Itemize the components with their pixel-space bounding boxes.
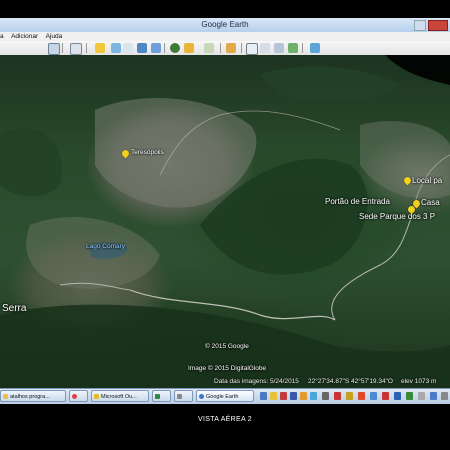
tray-icon[interactable] xyxy=(358,392,365,400)
place-label-serra: Serra xyxy=(2,303,27,314)
toolbar-separator xyxy=(164,43,165,53)
tray-icon[interactable] xyxy=(406,392,413,400)
status-bar: Data das imagens: 5/24/2015 22°27'34.87"… xyxy=(0,376,450,388)
planet-icon[interactable] xyxy=(204,43,214,53)
chrome-icon xyxy=(72,394,77,399)
tray-icon[interactable] xyxy=(346,392,353,400)
place-label-portao: Portão de Entrada xyxy=(325,197,390,206)
tray-icon[interactable] xyxy=(322,392,329,400)
minimize-button[interactable] xyxy=(414,20,426,31)
elevation-readout: elev 1073 m xyxy=(401,378,437,385)
tray-icon[interactable] xyxy=(310,392,317,400)
polygon-icon[interactable] xyxy=(111,43,121,53)
tray-icon[interactable] xyxy=(260,392,267,400)
tray-icon[interactable] xyxy=(441,392,448,400)
print-icon[interactable] xyxy=(260,43,270,53)
windows-taskbar: atalhos progra... Microsoft Ou... Google… xyxy=(0,388,450,404)
window-title: Google Earth xyxy=(201,20,249,29)
taskbar-item-outlook[interactable]: Microsoft Ou... xyxy=(91,390,149,402)
folder-icon xyxy=(3,394,8,399)
mountain-ridge xyxy=(260,66,400,102)
urban-area xyxy=(360,121,450,199)
maps-icon[interactable] xyxy=(288,43,298,53)
screen-corner-shadow xyxy=(385,55,450,85)
tray-icon[interactable] xyxy=(280,392,287,400)
close-button[interactable] xyxy=(428,20,448,31)
imagery-date: Data das imagens: 5/24/2015 xyxy=(214,378,299,385)
tray-icon[interactable] xyxy=(382,392,389,400)
map-view[interactable]: Teresópolis Local pa Portão de Entrada C… xyxy=(0,55,450,388)
toolbar-separator xyxy=(62,43,63,53)
taskbar-item-chrome[interactable] xyxy=(69,390,88,402)
copyright-imagery: Image © 2015 DigitalGlobe xyxy=(188,365,267,372)
app-icon xyxy=(177,394,182,399)
sunlight-icon[interactable] xyxy=(184,43,194,53)
overlay-icon[interactable] xyxy=(137,43,147,53)
tray-icon[interactable] xyxy=(370,392,377,400)
tray-icon[interactable] xyxy=(300,392,307,400)
google-earth-icon xyxy=(199,394,204,399)
copyright-google: © 2015 Google xyxy=(205,343,249,350)
screen-top-border xyxy=(0,0,450,18)
menu-item-add[interactable]: Adicionar xyxy=(11,33,38,40)
sidebar-toggle-icon[interactable] xyxy=(70,43,82,55)
tray-icon[interactable] xyxy=(270,392,277,400)
menu-item-view[interactable]: a xyxy=(0,33,4,40)
search-icon[interactable] xyxy=(48,43,60,55)
save-image-icon[interactable] xyxy=(274,43,284,53)
taskbar-item-unknown[interactable] xyxy=(174,390,193,402)
tray-icon[interactable] xyxy=(290,392,297,400)
excel-icon xyxy=(155,394,160,399)
urban-area xyxy=(95,98,257,208)
place-label-lake: Lago Comary xyxy=(86,243,126,250)
window-titlebar[interactable]: Google Earth xyxy=(0,18,450,33)
taskbar-item-google-earth[interactable]: Google Earth xyxy=(196,390,254,402)
toolbar-separator xyxy=(86,43,87,53)
taskbar-item-label: Microsoft Ou... xyxy=(101,394,137,400)
tray-icon[interactable] xyxy=(418,392,425,400)
tour-icon[interactable] xyxy=(151,43,161,53)
place-label-casa: Casa xyxy=(421,198,440,207)
tray-icon[interactable] xyxy=(430,392,437,400)
photo-caption: VISTA AÉREA 2 xyxy=(198,416,252,423)
tray-icon[interactable] xyxy=(334,392,341,400)
email-icon[interactable] xyxy=(246,43,258,55)
menu-bar: a Adicionar Ajuda xyxy=(0,32,450,41)
coordinates-readout: 22°27'34.87"S 42°57'19.34"O xyxy=(308,378,393,385)
toolbar-separator xyxy=(302,43,303,53)
place-label-teresopolis: Teresópolis xyxy=(131,149,164,156)
toolbar-separator xyxy=(241,43,242,53)
placemark-icon[interactable] xyxy=(95,43,105,53)
place-label-sede: Sede Parque dos 3 P xyxy=(359,212,436,221)
path-icon[interactable] xyxy=(123,43,133,53)
menu-item-help[interactable]: Ajuda xyxy=(46,33,63,40)
historical-imagery-icon[interactable] xyxy=(170,43,180,53)
mountain-ridge xyxy=(0,128,62,197)
toolbar-separator xyxy=(220,43,221,53)
taskbar-item-excel[interactable] xyxy=(152,390,171,402)
place-label-local: Local pa xyxy=(412,176,443,185)
taskbar-item-label: Google Earth xyxy=(206,394,239,400)
tray-icon[interactable] xyxy=(394,392,401,400)
terrain-overlay xyxy=(0,55,450,388)
earth-gallery-icon[interactable] xyxy=(310,43,320,53)
ruler-icon[interactable] xyxy=(226,43,236,53)
taskbar-item-label: atalhos progra... xyxy=(10,394,50,400)
outlook-icon xyxy=(94,394,99,399)
taskbar-item-shortcuts[interactable]: atalhos progra... xyxy=(0,390,66,402)
toolbar xyxy=(0,41,450,56)
